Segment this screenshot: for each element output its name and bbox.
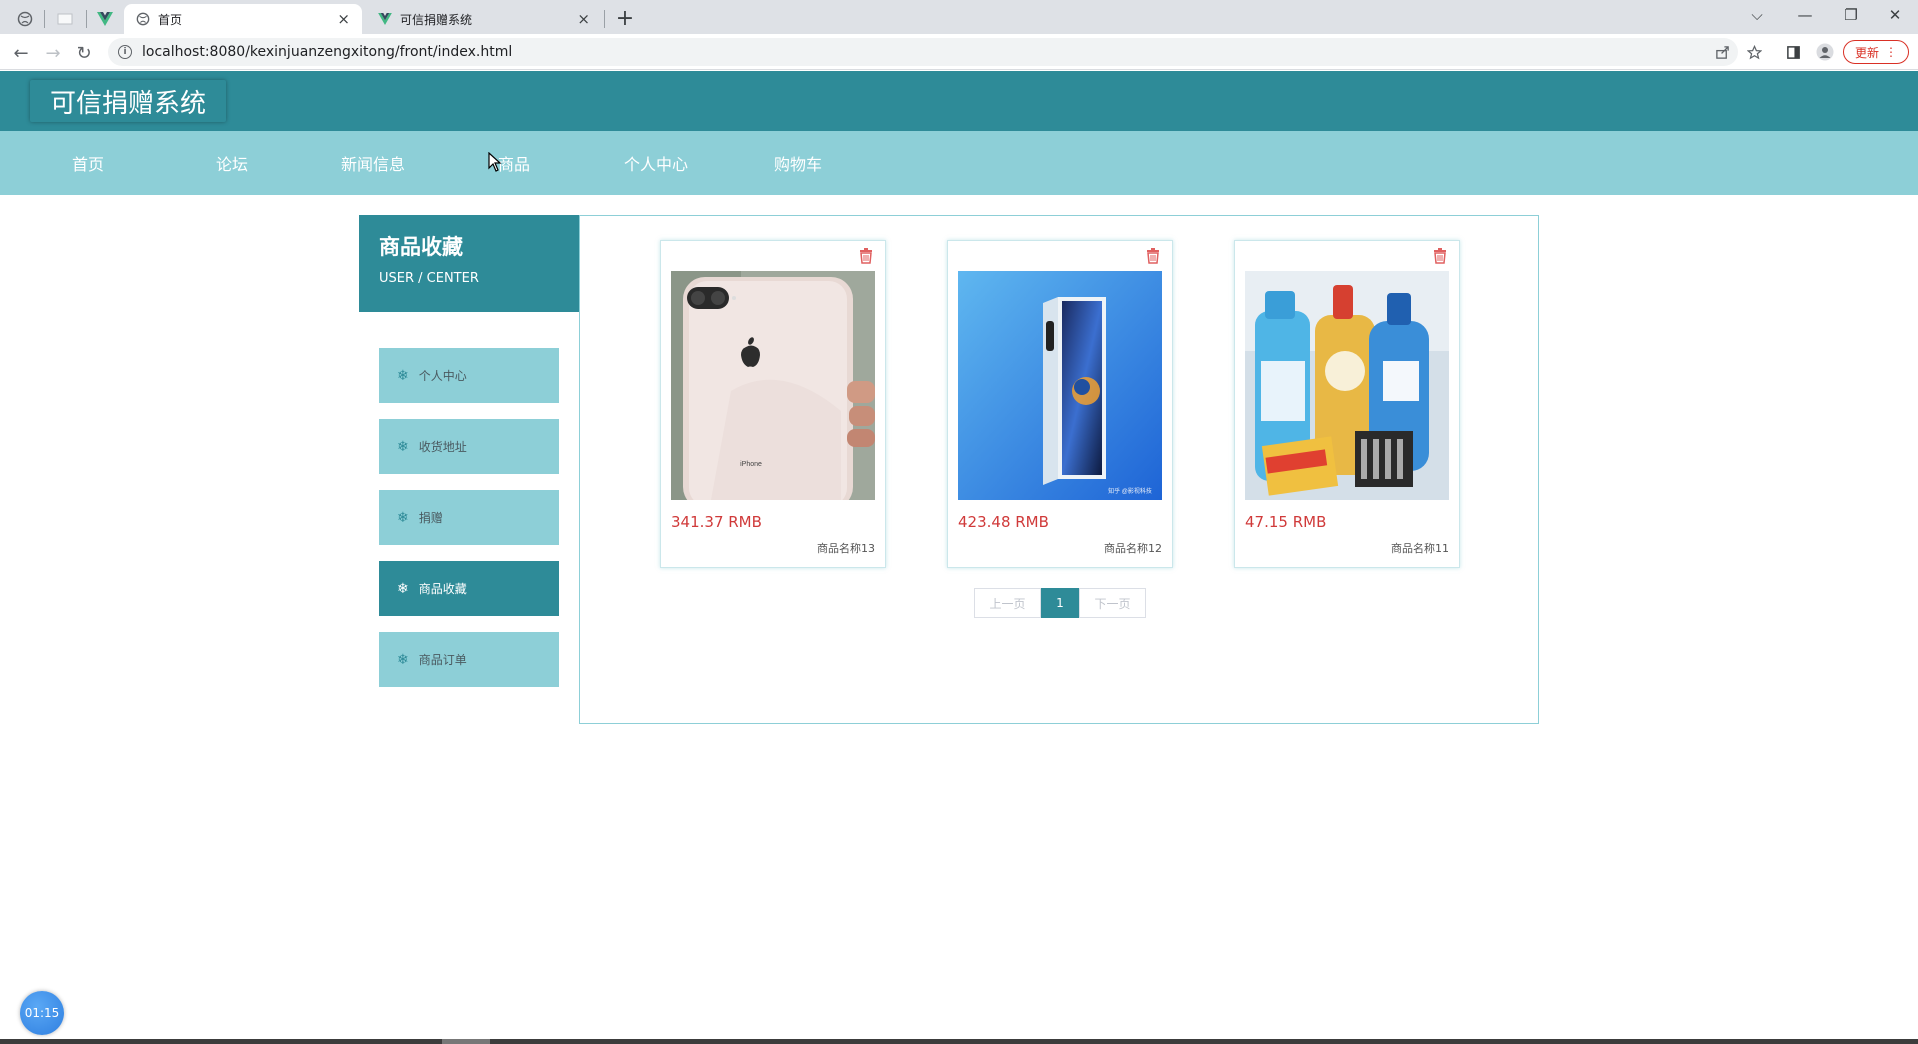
tab-title: 可信捐赠系统 (400, 12, 473, 27)
product-price: 47.15 RMB (1245, 513, 1327, 531)
nav-forum[interactable]: 论坛 (162, 131, 302, 195)
tab-donation-system[interactable]: 可信捐赠系统 × (366, 4, 602, 34)
main-nav: 首页 论坛 新闻信息 商品 个人中心 购物车 (0, 131, 1918, 195)
side-panel-icon[interactable] (1781, 40, 1805, 64)
snowflake-icon: ❄ (397, 509, 409, 526)
sidebar-item-label: 个人中心 (418, 369, 467, 383)
update-label: 更新 (1854, 45, 1879, 60)
snowflake-icon: ❄ (397, 580, 409, 597)
globe-icon (17, 11, 33, 27)
product-price: 423.48 RMB (958, 513, 1049, 531)
tab-home[interactable]: 首页 × (124, 4, 362, 34)
delete-trash-icon[interactable] (1431, 247, 1449, 265)
mouse-cursor-icon (488, 152, 502, 172)
back-button[interactable]: ← (8, 40, 34, 66)
snowflake-icon: ❄ (397, 367, 409, 384)
sidebar-item-donation[interactable]: ❄ 捐赠 (379, 490, 559, 545)
address-bar[interactable]: i localhost:8080/kexinjuanzengxitong/fro… (108, 38, 1738, 66)
tab-search-dropdown-icon[interactable]: ⌵ (1734, 0, 1780, 30)
sidebar-item-label: 商品订单 (418, 653, 467, 667)
reload-button[interactable]: ↻ (71, 40, 97, 66)
product-image-iphone[interactable]: iPhone (671, 271, 875, 500)
product-image-detergents[interactable] (1245, 271, 1449, 500)
nav-cart[interactable]: 购物车 (728, 131, 868, 195)
product-price: 341.37 RMB (671, 513, 762, 531)
product-name: 商品名称13 (817, 542, 875, 555)
delete-trash-icon[interactable] (1144, 247, 1162, 265)
sidebar-item-label: 商品收藏 (418, 582, 467, 596)
sidebar-item-label: 捐赠 (418, 511, 443, 525)
tab-close-icon[interactable]: × (337, 10, 350, 28)
sidebar-item-label: 收货地址 (418, 440, 467, 454)
blank-page-icon (57, 13, 73, 25)
url-text: localhost:8080/kexinjuanzengxitong/front… (142, 44, 513, 60)
update-button[interactable]: 更新 ⋮ (1843, 40, 1909, 64)
restore-button[interactable]: ❐ (1828, 0, 1874, 30)
vue-logo-icon (378, 13, 392, 25)
favorites-panel: iPhone 341.37 RMB 商品名称13 知乎 @影视科技 423.48… (579, 215, 1539, 724)
snowflake-icon: ❄ (397, 438, 409, 455)
nav-news[interactable]: 新闻信息 (303, 131, 443, 195)
site-logo[interactable]: 可信捐赠系统 (30, 80, 227, 122)
sidebar-item-favorites[interactable]: ❄ 商品收藏 (379, 561, 559, 616)
nav-products[interactable]: 商品 (444, 131, 584, 195)
new-tab-button[interactable]: + (612, 5, 638, 31)
sidebar-item-orders[interactable]: ❄ 商品订单 (379, 632, 559, 687)
pinned-tab-blank[interactable] (48, 5, 82, 33)
nav-home[interactable]: 首页 (18, 131, 158, 195)
section-subtitle: USER / CENTER (379, 271, 479, 286)
pagination: 上一页 1 下一页 (974, 588, 1146, 618)
product-card[interactable]: iPhone 341.37 RMB 商品名称13 (660, 240, 886, 568)
more-menu-icon: ⋮ (1885, 45, 1897, 59)
site-info-icon[interactable]: i (118, 45, 132, 59)
iphone-text: iPhone (740, 461, 762, 468)
section-header: 商品收藏 USER / CENTER (359, 215, 579, 312)
tab-title: 首页 (158, 12, 183, 27)
nav-user-center[interactable]: 个人中心 (586, 131, 726, 195)
next-page-button[interactable]: 下一页 (1079, 588, 1146, 618)
prev-page-button[interactable]: 上一页 (974, 588, 1041, 618)
watermark-text: 知乎 @影视科技 (1108, 487, 1152, 495)
pinned-tab-vue[interactable] (88, 5, 122, 33)
delete-trash-icon[interactable] (857, 247, 875, 265)
profile-avatar-icon[interactable] (1813, 40, 1837, 64)
product-name: 商品名称12 (1104, 542, 1162, 555)
sidebar-item-user-center[interactable]: ❄ 个人中心 (379, 348, 559, 403)
browser-toolbar: ← → ↻ i localhost:8080/kexinjuanzengxito… (0, 34, 1918, 70)
bookmark-star-icon[interactable] (1742, 40, 1766, 64)
sidebar-item-address[interactable]: ❄ 收货地址 (379, 419, 559, 474)
product-image-foldable-phone[interactable]: 知乎 @影视科技 (958, 271, 1162, 500)
product-card[interactable]: 知乎 @影视科技 423.48 RMB 商品名称12 (947, 240, 1173, 568)
forward-button[interactable]: → (40, 40, 66, 66)
minimize-button[interactable]: — (1782, 0, 1828, 30)
snowflake-icon: ❄ (397, 651, 409, 668)
browser-tabbar: 首页 × 可信捐赠系统 × + ⌵ — ❐ ✕ (0, 0, 1918, 34)
share-icon[interactable] (1710, 40, 1734, 64)
close-window-button[interactable]: ✕ (1872, 0, 1918, 30)
page-number-button[interactable]: 1 (1041, 588, 1079, 618)
timer-badge[interactable]: 01:15 (20, 991, 64, 1035)
site-header: 可信捐赠系统 (0, 71, 1918, 131)
tab-close-icon[interactable]: × (577, 10, 590, 28)
taskbar-strip (0, 1039, 1918, 1044)
section-title: 商品收藏 (379, 235, 463, 259)
globe-icon (136, 12, 150, 26)
product-name: 商品名称11 (1391, 542, 1449, 555)
product-card[interactable]: 47.15 RMB 商品名称11 (1234, 240, 1460, 568)
vue-logo-icon (97, 12, 113, 26)
pinned-tab-globe[interactable] (8, 5, 42, 33)
